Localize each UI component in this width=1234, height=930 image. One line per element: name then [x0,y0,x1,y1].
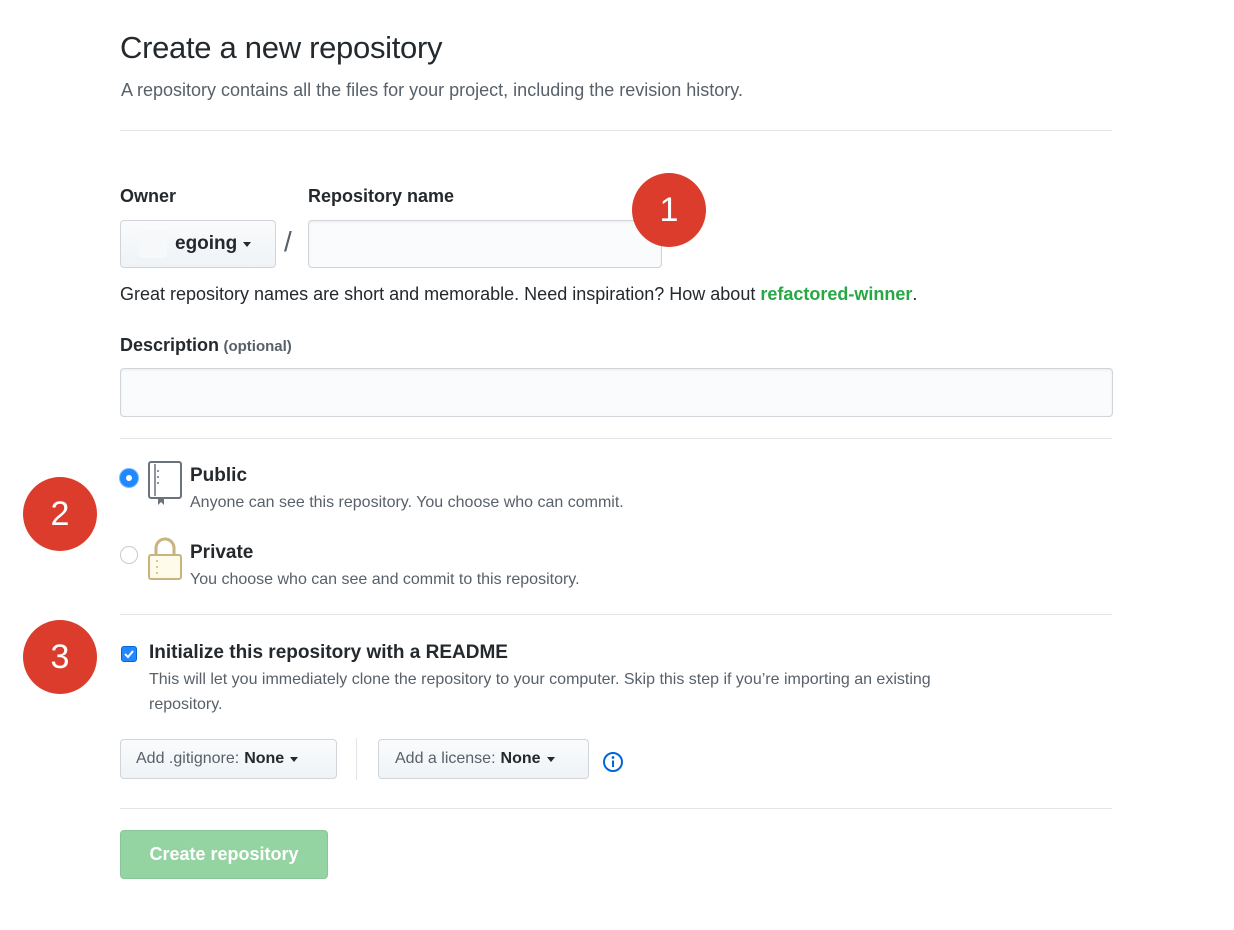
repo-name-label: Repository name [308,186,455,206]
divider [120,130,1112,131]
caret-down-icon [290,756,299,762]
readme-desc-line1: This will let you immediately clone the … [149,671,931,688]
caret-down-icon [243,241,252,247]
description-label-row: Description (optional) [120,335,292,356]
page-subtitle: A repository contains all the files for … [121,80,743,100]
hint-suffix: . [912,284,918,304]
license-value: None [500,750,541,767]
readme-desc-line2: repository. [149,696,223,713]
callout-2: 2 [23,477,97,551]
checkmark-icon [124,650,134,659]
caret-down-icon [546,756,555,762]
repo-icon [148,461,182,505]
owner-dropdown[interactable]: egoing [120,220,276,268]
divider [120,438,1112,439]
owner-avatar [139,230,167,258]
license-dropdown[interactable]: Add a license: None [378,739,589,779]
gitignore-value: None [244,750,285,767]
divider [120,614,1112,615]
readme-title: Initialize this repository with a README [149,642,508,663]
license-label: Add a license: [395,750,496,767]
suggested-name-link[interactable]: refactored-winner [760,284,912,304]
readme-checkbox[interactable] [121,646,137,662]
vertical-divider [356,738,357,780]
public-title: Public [190,465,248,486]
hint-text: Great repository names are short and mem… [120,284,761,304]
repo-name-hint: Great repository names are short and mem… [120,284,917,305]
callout-1: 1 [632,173,706,247]
callout-3: 3 [23,620,97,694]
public-radio[interactable] [120,469,138,487]
private-desc: You choose who can see and commit to thi… [190,571,580,588]
owner-repo-separator: / [284,226,292,257]
private-radio[interactable] [120,546,138,564]
description-input[interactable] [120,368,1113,417]
owner-value: egoing [175,233,238,254]
create-repository-button[interactable]: Create repository [120,830,328,879]
owner-label: Owner [120,186,177,206]
divider [120,808,1112,809]
gitignore-label: Add .gitignore: [136,750,240,767]
gitignore-dropdown[interactable]: Add .gitignore: None [120,739,337,779]
page-title: Create a new repository [120,30,443,65]
description-label: Description [120,335,220,355]
info-icon[interactable] [602,751,624,773]
optional-note: (optional) [223,338,292,355]
repo-name-input[interactable] [308,220,662,268]
public-desc: Anyone can see this repository. You choo… [190,494,624,511]
lock-icon [148,537,182,580]
private-title: Private [190,542,254,563]
